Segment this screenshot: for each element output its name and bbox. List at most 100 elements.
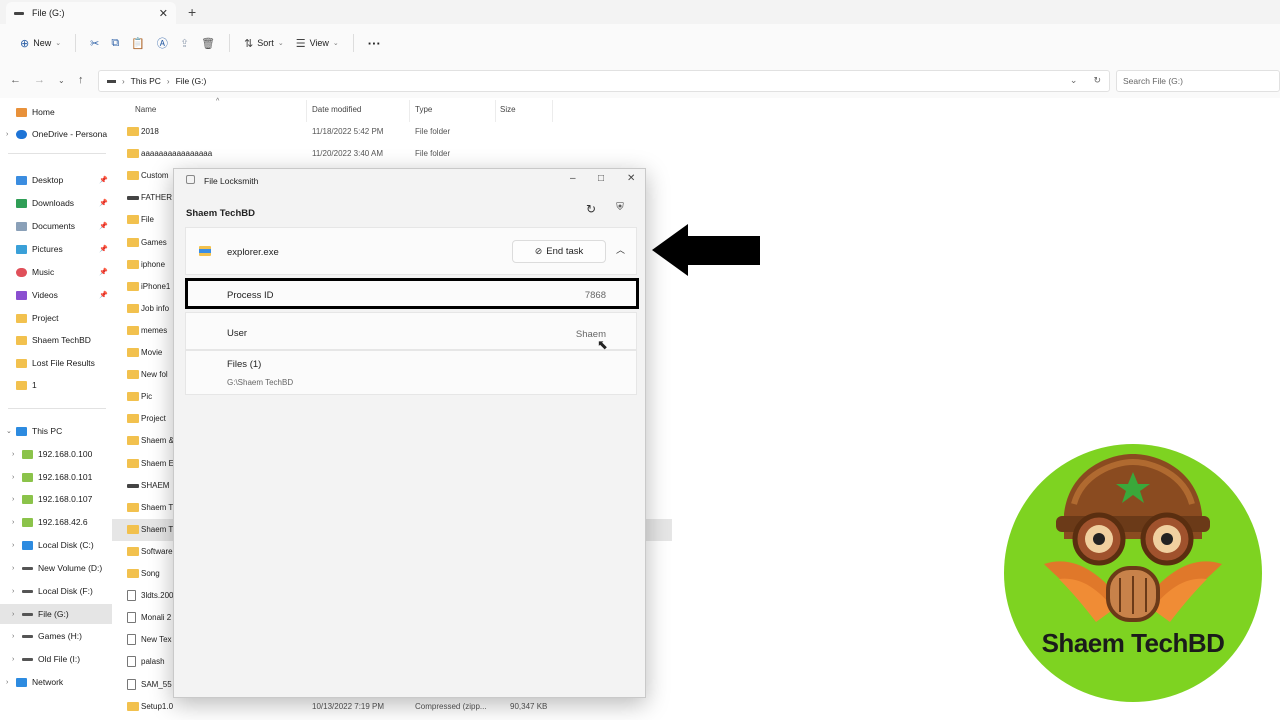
column-header-type[interactable]: Type <box>415 105 432 114</box>
file-type: Compressed (zipp... <box>415 701 487 711</box>
chevron-right-icon[interactable]: › <box>12 656 22 663</box>
up-button[interactable]: ↑ <box>78 74 84 86</box>
chevron-right-icon[interactable]: › <box>12 565 22 572</box>
cut-button[interactable]: ✂ <box>84 30 105 56</box>
more-options-button[interactable]: ··· <box>362 30 387 56</box>
folder-icon <box>127 303 139 313</box>
new-tab-button[interactable]: + <box>188 4 196 20</box>
end-task-button[interactable]: ⊘ End task <box>512 240 606 263</box>
chevron-right-icon[interactable]: › <box>12 496 22 503</box>
sidebar-item-lost-file-results[interactable]: Lost File Results <box>0 353 112 373</box>
sidebar-item-this-pc[interactable]: ⌄ This PC <box>0 421 112 441</box>
file-locksmith-dialog: File Locksmith – □ ✕ Shaem TechBD ↻ ⛨ ex… <box>173 168 646 698</box>
share-button[interactable]: ⇪ <box>174 30 195 56</box>
chevron-right-icon[interactable]: › <box>12 451 22 458</box>
close-button[interactable]: ✕ <box>627 173 635 184</box>
breadcrumb-current[interactable]: File (G:) <box>176 76 207 86</box>
chevron-down-icon[interactable]: ⌄ <box>6 427 16 435</box>
divider <box>229 34 231 52</box>
sidebar-item-new-volume-d[interactable]: › New Volume (D:) <box>0 558 112 578</box>
sidebar-item-local-disk-f[interactable]: › Local Disk (F:) <box>0 581 112 601</box>
file-row[interactable]: 2018 11/18/2022 5:42 PM File folder <box>112 121 672 143</box>
block-icon: ⊘ <box>534 246 543 256</box>
chevron-right-icon[interactable]: › <box>12 519 22 526</box>
minimize-button[interactable]: – <box>570 173 576 184</box>
sidebar-item-192-168-42-6[interactable]: › 192.168.42.6 <box>0 512 112 532</box>
breadcrumb-this-pc[interactable]: This PC <box>131 76 161 86</box>
view-button[interactable]: ☰ View ⌄ <box>290 30 345 56</box>
sidebar-item-downloads[interactable]: Downloads 📌 <box>0 193 112 213</box>
chevron-up-icon[interactable]: ︿ <box>616 243 625 256</box>
chevron-right-icon[interactable]: › <box>12 633 22 640</box>
folder-icon <box>127 259 139 269</box>
sidebar-item-shaem-techbd[interactable]: Shaem TechBD <box>0 330 112 350</box>
file-row[interactable]: aaaaaaaaaaaaaaaa 11/20/2022 3:40 AM File f… <box>112 143 672 165</box>
breadcrumb-separator: › <box>122 76 125 86</box>
close-tab-icon[interactable]: ✕ <box>159 7 168 20</box>
command-bar: ⊕ New ⌄ ✂ ⧉ 📋 Ⓐ ⇪ 🗑 ⇅ Sort ⌄ ☰ View ⌄ ··… <box>0 24 1280 62</box>
sidebar-item-project[interactable]: Project <box>0 308 112 328</box>
sidebar-item-1[interactable]: 1 <box>0 375 112 395</box>
chevron-right-icon[interactable]: › <box>6 679 16 686</box>
back-button[interactable]: ← <box>10 74 21 86</box>
sidebar-item-label: Home <box>32 107 55 117</box>
refresh-button[interactable]: ↻ <box>582 202 600 220</box>
sidebar-item-local-disk-c[interactable]: › Local Disk (C:) <box>0 535 112 555</box>
sidebar-item-desktop[interactable]: Desktop 📌 <box>0 170 112 190</box>
address-row: ← → ⌄ ↑ › This PC › File (G:) ⌄ ↻ Search… <box>0 62 1280 98</box>
recent-locations-button[interactable]: ⌄ <box>58 76 65 85</box>
column-header-name[interactable]: Name <box>135 105 156 114</box>
address-history-chevron-icon[interactable]: ⌄ <box>1070 75 1078 86</box>
sidebar-item-192-168-0-107[interactable]: › 192.168.0.107 <box>0 489 112 509</box>
file-date: 11/18/2022 5:42 PM <box>312 127 384 136</box>
delete-button[interactable]: 🗑 <box>195 30 221 56</box>
folder-icon <box>127 524 139 534</box>
chevron-right-icon[interactable]: › <box>12 611 22 618</box>
tab-file-g[interactable]: File (G:) ✕ <box>6 2 176 24</box>
chevron-right-icon[interactable]: › <box>12 474 22 481</box>
rename-button[interactable]: Ⓐ <box>151 30 174 56</box>
sidebar-item-videos[interactable]: Videos 📌 <box>0 285 112 305</box>
folder-icon <box>16 380 27 390</box>
sidebar-item-file-g[interactable]: › File (G:) <box>0 604 112 624</box>
sidebar-item-pictures[interactable]: Pictures 📌 <box>0 239 112 259</box>
sidebar-item-games-h[interactable]: › Games (H:) <box>0 626 112 646</box>
sort-button[interactable]: ⇅ Sort ⌄ <box>238 30 290 56</box>
document-icon <box>16 221 27 231</box>
folder-icon <box>127 370 139 380</box>
sidebar-item-home[interactable]: Home <box>0 102 112 122</box>
paste-button[interactable]: 📋 <box>125 30 151 56</box>
copy-button[interactable]: ⧉ <box>105 30 125 56</box>
sidebar-item-192-168-0-101[interactable]: › 192.168.0.101 <box>0 467 112 487</box>
new-button[interactable]: ⊕ New ⌄ <box>14 30 67 56</box>
maximize-button[interactable]: □ <box>598 173 604 184</box>
sidebar-item-label: Music <box>32 267 55 277</box>
column-header-date-modified[interactable]: Date modified <box>312 105 361 114</box>
file-icon <box>127 590 136 602</box>
sidebar-item-label: Downloads <box>32 198 75 208</box>
chevron-right-icon[interactable]: › <box>12 542 22 549</box>
arrow-left-icon <box>652 224 760 276</box>
refresh-icon[interactable]: ↻ <box>1093 75 1101 86</box>
chevron-right-icon[interactable]: › <box>12 588 22 595</box>
admin-restart-button[interactable]: ⛨ <box>611 202 629 220</box>
download-icon <box>16 198 27 208</box>
sidebar-item-music[interactable]: Music 📌 <box>0 262 112 282</box>
sidebar-item-onedrive[interactable]: › OneDrive - Persona <box>0 124 112 144</box>
address-bar[interactable]: › This PC › File (G:) ⌄ ↻ <box>98 70 1110 92</box>
file-name: Shaem E <box>141 458 174 468</box>
folder-icon <box>127 348 139 357</box>
dialog-titlebar[interactable]: File Locksmith – □ ✕ <box>174 169 645 191</box>
forward-button[interactable]: → <box>34 74 45 86</box>
sidebar-item-label: OneDrive - Persona <box>32 129 108 139</box>
column-header-size[interactable]: Size <box>500 105 516 114</box>
chevron-right-icon[interactable]: › <box>6 131 16 138</box>
drive-icon <box>107 79 116 83</box>
search-input[interactable]: Search File (G:) <box>1116 70 1280 92</box>
file-row[interactable]: Setup1.0 10/13/2022 7:19 PM Compressed (zi… <box>112 696 672 718</box>
sidebar-item-documents[interactable]: Documents 📌 <box>0 216 112 236</box>
sidebar-item-old-file-i[interactable]: › Old File (I:) <box>0 649 112 669</box>
sidebar-item-network[interactable]: › Network <box>0 672 112 692</box>
sidebar-item-192-168-0-100[interactable]: › 192.168.0.100 <box>0 444 112 464</box>
chevron-down-icon: ⌄ <box>55 40 62 47</box>
